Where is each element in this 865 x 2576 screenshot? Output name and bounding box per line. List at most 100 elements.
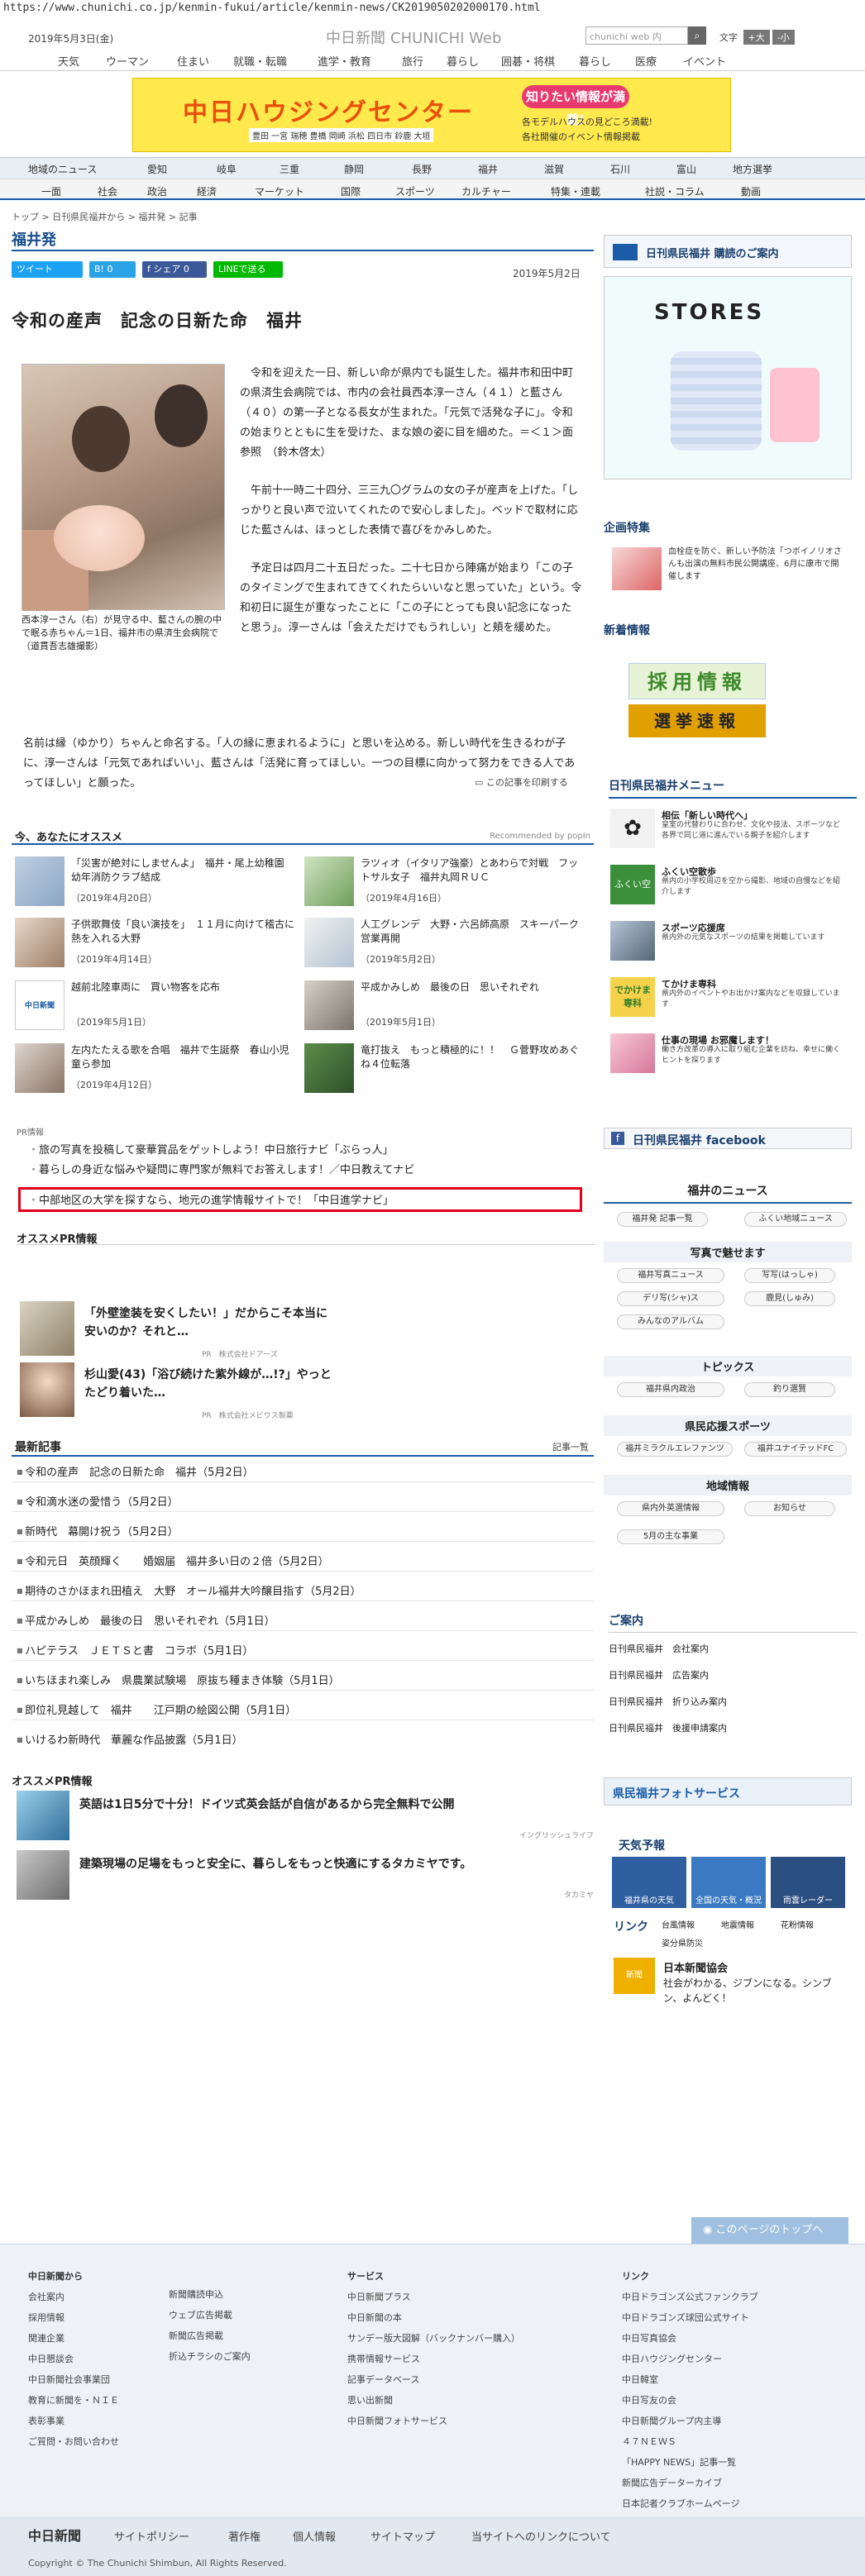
footer-link[interactable]: 関連企業 xyxy=(28,2331,119,2345)
weather-fukui[interactable]: 福井県の天気 xyxy=(612,1857,686,1908)
footer-nav-link[interactable]: 個人情報 xyxy=(293,2528,336,2544)
region-nav-item[interactable]: 滋賀 xyxy=(544,162,564,176)
region-nav-item[interactable]: 長野 xyxy=(412,162,432,176)
footer-nav-link[interactable]: サイトポリシー xyxy=(114,2528,189,2544)
senkyo-banner[interactable]: 選挙速報 xyxy=(628,704,766,737)
saiyou-banner[interactable]: 採用情報 xyxy=(628,663,766,699)
print-link[interactable]: ▭ この記事を印刷する xyxy=(475,775,568,789)
hatena-button[interactable]: B! 0 xyxy=(89,261,136,278)
osusume-item[interactable]: 杉山愛(43)「浴び続けた紫外線が…!?」やっとたどり着いた… PR 株式会社メビ… xyxy=(20,1362,590,1420)
footer-link[interactable]: 会社案内 xyxy=(28,2290,119,2303)
footer-link[interactable]: ４７ＮＥＷＳ xyxy=(622,2435,758,2448)
footer-link[interactable]: 教育に新聞を・ＮＩＥ xyxy=(28,2393,119,2407)
category-nav-item[interactable]: 国際 xyxy=(341,184,361,198)
category-nav-item[interactable]: 経済 xyxy=(197,184,217,198)
side-link[interactable]: 5月の主な事業 xyxy=(617,1529,724,1544)
footer-link[interactable]: ご質問・お問い合わせ xyxy=(28,2435,119,2448)
footer-link[interactable]: 携帯情報サービス xyxy=(347,2352,520,2365)
subscribe-banner[interactable]: 日刊県民福井 購読のご案内 xyxy=(604,235,852,268)
footer-link[interactable]: 新聞購読申込 xyxy=(169,2287,251,2301)
side-link[interactable]: 福井写真ニュース xyxy=(617,1268,724,1283)
footer-link[interactable]: ウェブ広告掲載 xyxy=(169,2308,251,2321)
region-nav-item[interactable]: 石川 xyxy=(610,162,630,176)
footer-link[interactable]: 中日写真協会 xyxy=(622,2331,758,2345)
side-link[interactable]: 県内外英選情報 xyxy=(617,1501,724,1516)
back-to-top-button[interactable]: ◉ このページのトップへ xyxy=(691,2217,848,2244)
breadcrumb[interactable]: トップ > 日刊県民福井から > 福井発 > 記事 xyxy=(12,210,198,223)
footer-nav-link[interactable]: 当サイトへのリンクについて xyxy=(471,2528,611,2544)
nav-item[interactable]: 就職・転職 xyxy=(233,53,287,69)
latest-item[interactable]: 令和滴水迷の愛惜う（5月2日） xyxy=(17,1493,179,1509)
jpa-title[interactable]: 日本新聞協会 xyxy=(663,1959,728,1975)
side-link[interactable]: ふくい地域ニュース xyxy=(744,1212,847,1227)
category-nav-item[interactable]: 動画 xyxy=(741,184,761,198)
search-icon[interactable]: ⌕ xyxy=(688,26,706,45)
footer-nav-link[interactable]: 著作権 xyxy=(228,2528,260,2544)
recommend-item[interactable]: 中日新聞 越前北陸車両に 買い物客を応布 （2019年5月1日） xyxy=(15,980,299,1035)
footer-link[interactable]: 中日ドラゴンズ公式ファンクラブ xyxy=(622,2290,758,2303)
footer-link[interactable]: 中日韓室 xyxy=(622,2373,758,2386)
pr-link[interactable]: 暮らしの身近な悩みや疑問に専門家が無料でお答えします！／中日教えてナビ xyxy=(28,1161,414,1176)
category-nav-item[interactable]: 特集・連載 xyxy=(551,184,600,198)
side-link[interactable]: 福井発 記事一覧 xyxy=(617,1212,708,1227)
recommend-item[interactable]: 人工グレンデ 大野・六呂師高原 スキーパーク営業再開 （2019年5月2日） xyxy=(304,918,589,972)
category-nav-item[interactable]: スポーツ xyxy=(395,184,435,198)
footer-link[interactable]: サンデー版大図解（バックナンバー購入） xyxy=(347,2331,520,2345)
nav-item[interactable]: ウーマン xyxy=(106,53,149,69)
region-nav-item[interactable]: 福井 xyxy=(478,162,498,176)
category-nav-item[interactable]: 社説・コラム xyxy=(645,184,705,198)
footer-link[interactable]: 記事データベース xyxy=(347,2373,520,2386)
side-link[interactable]: 福井ミラクルエレファンツ xyxy=(617,1442,733,1457)
footer-logo[interactable]: 中日新聞 xyxy=(28,2525,81,2545)
latest-item[interactable]: 令和元日 英顔輝く 婚姻届 福井多い日の２倍（5月2日） xyxy=(17,1553,329,1568)
region-nav-item[interactable]: 岐阜 xyxy=(217,162,237,176)
region-nav-item[interactable]: 愛知 xyxy=(147,162,167,176)
pr-link[interactable]: 旅の写真を投稿して豪華賞品をゲットしよう！中日旅行ナビ「ぶらっ人」 xyxy=(28,1141,394,1157)
footer-link[interactable]: 中日新聞の本 xyxy=(347,2311,520,2324)
stores-ad[interactable]: STORES xyxy=(604,276,852,479)
footer-link[interactable]: 表彰事業 xyxy=(28,2414,119,2427)
nav-item[interactable]: 天気 xyxy=(58,53,79,69)
latest-item[interactable]: いちほまれ楽しみ 県農業試験場 原抜ち種まき体験（5月1日） xyxy=(17,1672,340,1687)
footer-link[interactable]: 「HAPPY NEWS」記事一覧 xyxy=(622,2455,758,2469)
recommend-item[interactable]: 左内たたえる歌を合唱 福井で生誕祭 春山小児童ら参加 （2019年4月12日） xyxy=(15,1043,299,1098)
recommend-item[interactable]: 平成かみしめ 最後の日 思いそれぞれ （2019年5月1日） xyxy=(304,980,589,1035)
region-nav-item[interactable]: 静岡 xyxy=(344,162,364,176)
footer-link[interactable]: 日本記者クラブホームページ xyxy=(622,2497,758,2510)
region-nav-item[interactable]: 地域のニュース xyxy=(28,162,97,176)
nav-item[interactable]: 暮らし xyxy=(579,53,611,69)
footer-link[interactable]: 折込チラシのご案内 xyxy=(169,2349,251,2363)
category-nav-item[interactable]: 社会 xyxy=(98,184,117,198)
footer-link[interactable]: 新聞広告掲載 xyxy=(169,2329,251,2342)
latest-item[interactable]: 平成かみしめ 最後の日 思いそれぞれ（5月1日） xyxy=(17,1612,275,1628)
category-nav-item[interactable]: マーケット xyxy=(255,184,304,198)
latest-item[interactable]: ハピテラス ＪＥＴＳと書 コラボ（5月1日） xyxy=(17,1642,253,1658)
recommend-item[interactable]: ラツィオ（イタリア強豪）とあわらで対戦 フットサル女子 福井丸岡ＲＵＣ （2019… xyxy=(304,856,589,911)
ad-banner[interactable]: 中日ハウジングセンター 知りたい情報が満載! 各モデルハウスの見どころ満載! 各… xyxy=(132,78,731,152)
line-button[interactable]: LINEで送る xyxy=(213,261,283,278)
nav-item[interactable]: 囲碁・将棋 xyxy=(501,53,555,69)
footer-link[interactable]: 中日新聞社会事業団 xyxy=(28,2373,119,2386)
side-link[interactable]: 写写(はっしゃ) xyxy=(744,1268,835,1283)
nav-item[interactable]: イベント xyxy=(683,53,726,69)
annai-link[interactable]: 日刊県民福井 折り込み案内 xyxy=(609,1695,727,1708)
tweet-button[interactable]: ツイート xyxy=(12,261,83,278)
nav-item[interactable]: 医療 xyxy=(635,53,657,69)
footer-link[interactable]: 中日ドラゴンズ球団公式サイト xyxy=(622,2311,758,2324)
latest-item[interactable]: 即位礼見越して 福井 江戸期の絵図公開（5月1日） xyxy=(17,1701,296,1717)
footer-nav-link[interactable]: サイトマップ xyxy=(370,2528,435,2544)
pr2-item[interactable]: 建築現場の足場をもっと安全に、暮らしをもっと快適にするタカミヤです。 タカミヤ xyxy=(17,1850,594,1900)
side-link[interactable]: 鹿見(しゅみ) xyxy=(744,1291,835,1306)
facebook-share-button[interactable]: f シェア 0 xyxy=(142,261,207,278)
side-link[interactable]: 福井ユナイテッドFC xyxy=(744,1442,847,1457)
weather-radar[interactable]: 雨雲レーダー xyxy=(771,1857,845,1908)
latest-item[interactable]: 令和の産声 記念の日新た命 福井（5月2日） xyxy=(17,1463,254,1479)
recommend-item[interactable]: 「災害が絶対にしませんよ」 福井・尾上幼稚園 幼年消防クラブ結成 （2019年4月… xyxy=(15,856,299,911)
font-bigger-button[interactable]: +大 xyxy=(743,30,770,45)
footer-link[interactable]: 採用情報 xyxy=(28,2311,119,2324)
side-link[interactable]: みんなのアルバム xyxy=(617,1314,724,1329)
footer-link[interactable]: 新聞広告データーカイブ xyxy=(622,2476,758,2489)
pr-link[interactable]: 中部地区の大学を探すなら、地元の進学情報サイトで！「中日進学ナビ」 xyxy=(28,1191,394,1207)
side-link[interactable]: デリ写(シャ)ス xyxy=(617,1291,724,1306)
annai-link[interactable]: 日刊県民福井 広告案内 xyxy=(609,1668,709,1682)
